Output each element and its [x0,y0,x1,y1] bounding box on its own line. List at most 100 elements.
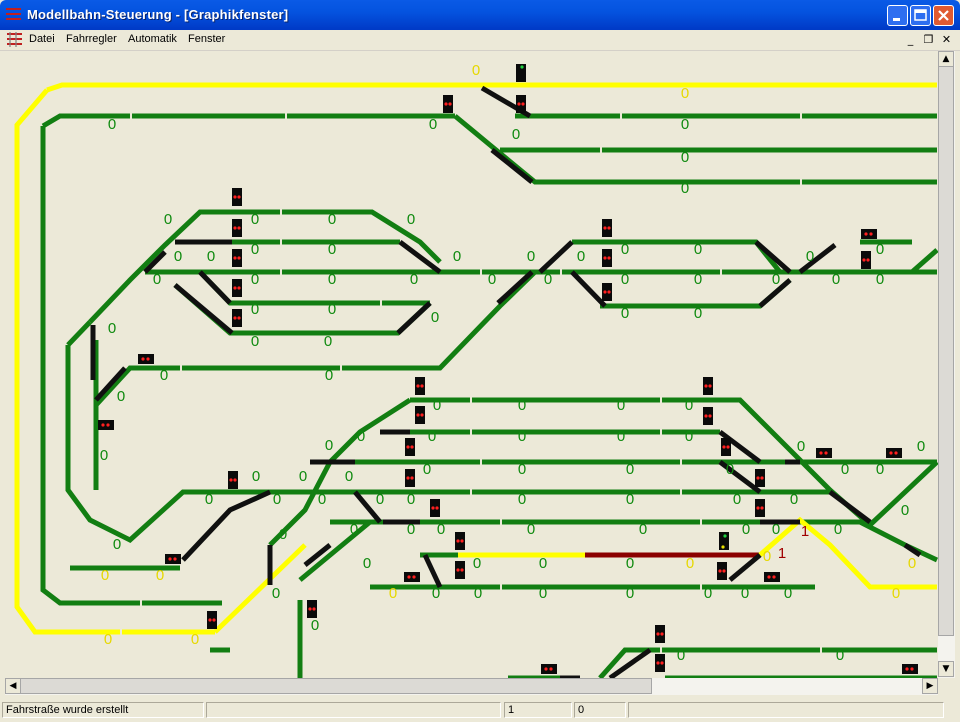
scroll-down-button[interactable]: ▼ [938,661,954,677]
signal[interactable] [307,600,317,618]
signal[interactable] [719,532,729,550]
signal[interactable] [232,249,242,267]
signal-lamp [824,451,828,455]
mdi-restore-button[interactable]: ❐ [921,32,936,47]
signal[interactable] [655,625,665,643]
signal[interactable] [232,309,242,327]
mdi-close-button[interactable]: ✕ [939,32,954,47]
track-segment[interactable] [94,270,537,407]
signal[interactable] [98,420,114,430]
scroll-up-button[interactable]: ▲ [938,51,954,67]
track-segment[interactable] [46,82,937,93]
signal[interactable] [455,532,465,550]
signal[interactable] [232,219,242,237]
track-segment[interactable] [754,240,792,274]
signal[interactable] [455,561,465,579]
menu-fenster[interactable]: Fenster [188,33,225,45]
signal[interactable] [165,554,181,564]
close-button[interactable] [933,5,954,26]
track-segment[interactable] [496,270,534,305]
track-segment[interactable] [396,301,432,335]
track-gap [660,397,662,403]
signal[interactable] [861,229,877,239]
scroll-left-button[interactable]: ◀ [5,678,21,694]
signal[interactable] [602,249,612,267]
vertical-scroll-thumb[interactable] [938,66,954,636]
track-segment[interactable] [608,647,652,678]
signal[interactable] [138,354,154,364]
signal[interactable] [516,95,526,113]
signal[interactable] [902,664,918,674]
signal[interactable] [721,438,731,456]
signal[interactable] [703,407,713,425]
track-segment[interactable] [181,489,272,562]
track-segment[interactable] [173,283,432,336]
track-segment[interactable] [213,543,307,634]
signal-lamp [704,384,708,388]
block-occupancy-label: 0 [350,521,358,538]
signal[interactable] [232,279,242,297]
signal[interactable] [861,251,871,269]
signal[interactable] [655,654,665,672]
track-segment[interactable] [538,240,574,274]
track-segment[interactable] [198,270,232,305]
signal[interactable] [602,219,612,237]
vertical-scrollbar[interactable]: ▲ ▼ [938,51,955,678]
signal[interactable] [764,572,780,582]
signal[interactable] [717,562,727,580]
track-segment[interactable] [298,520,372,582]
track-segment[interactable] [910,248,938,274]
signal[interactable] [430,499,440,517]
track-segment[interactable] [66,320,92,347]
signal[interactable] [405,469,415,487]
track-gap [280,269,282,275]
signal[interactable] [886,448,902,458]
signal[interactable] [516,64,526,82]
horizontal-scrollbar[interactable]: ◀ ▶ [5,678,938,695]
signal[interactable] [405,438,415,456]
signal[interactable] [415,377,425,395]
track-segment[interactable] [173,283,234,335]
block-occupancy-label: 0 [841,461,849,478]
signal[interactable] [816,448,832,458]
signal[interactable] [602,283,612,301]
signal-lamp [141,357,145,361]
block-occupancy-label: 0 [527,521,535,538]
signal[interactable] [207,611,217,629]
document-railway-icon[interactable] [6,32,23,48]
signal[interactable] [404,572,420,582]
track-segment[interactable] [490,148,534,184]
signal-lamp [237,195,241,199]
signal[interactable] [755,469,765,487]
title-bar[interactable]: Modellbahn-Steuerung - [Graphikfenster] [0,0,960,30]
menu-fahrregler[interactable]: Fahrregler [66,33,117,45]
track-segment[interactable] [828,490,872,524]
signal[interactable] [415,406,425,424]
maximize-button[interactable] [910,5,931,26]
signal[interactable] [755,499,765,517]
signal[interactable] [228,471,238,489]
block-occupancy-label: 0 [539,585,547,602]
signal[interactable] [541,664,557,674]
track-diagram[interactable]: 0 0 0 0 0 0 0 0 0 0 0 0 0 0 0 0 0 0 0 0 0 0 0 0 0 0 0 0 0 0 0 0 0 0 0 0 0 0 0 0… [5,51,938,678]
track-segment[interactable] [598,647,937,678]
track-segment[interactable] [728,553,762,582]
menu-automatik[interactable]: Automatik [128,33,177,45]
menu-datei[interactable]: Datei [29,33,55,45]
signal[interactable] [443,95,453,113]
signal-lamp [603,256,607,260]
signal[interactable] [703,377,713,395]
signal-housing [138,354,154,364]
minimize-button[interactable] [887,5,908,26]
track-layout-canvas[interactable]: 0 0 0 0 0 0 0 0 0 0 0 0 0 0 0 0 0 0 0 0 0 0 0 0 0 0 0 0 0 0 0 0 0 0 0 0 0 0 0 0… [5,51,938,678]
scroll-right-button[interactable]: ▶ [922,678,938,694]
track-segment[interactable] [422,553,443,589]
track-segment[interactable] [303,543,332,567]
track-segment[interactable] [41,113,455,129]
mdi-minimize-button[interactable]: _ [903,32,918,47]
track-segment[interactable] [758,516,937,590]
signal[interactable] [232,188,242,206]
status-message: Fahrstraße wurde erstellt [2,702,204,718]
horizontal-scroll-thumb[interactable] [20,678,652,694]
track-segment[interactable] [570,270,607,308]
